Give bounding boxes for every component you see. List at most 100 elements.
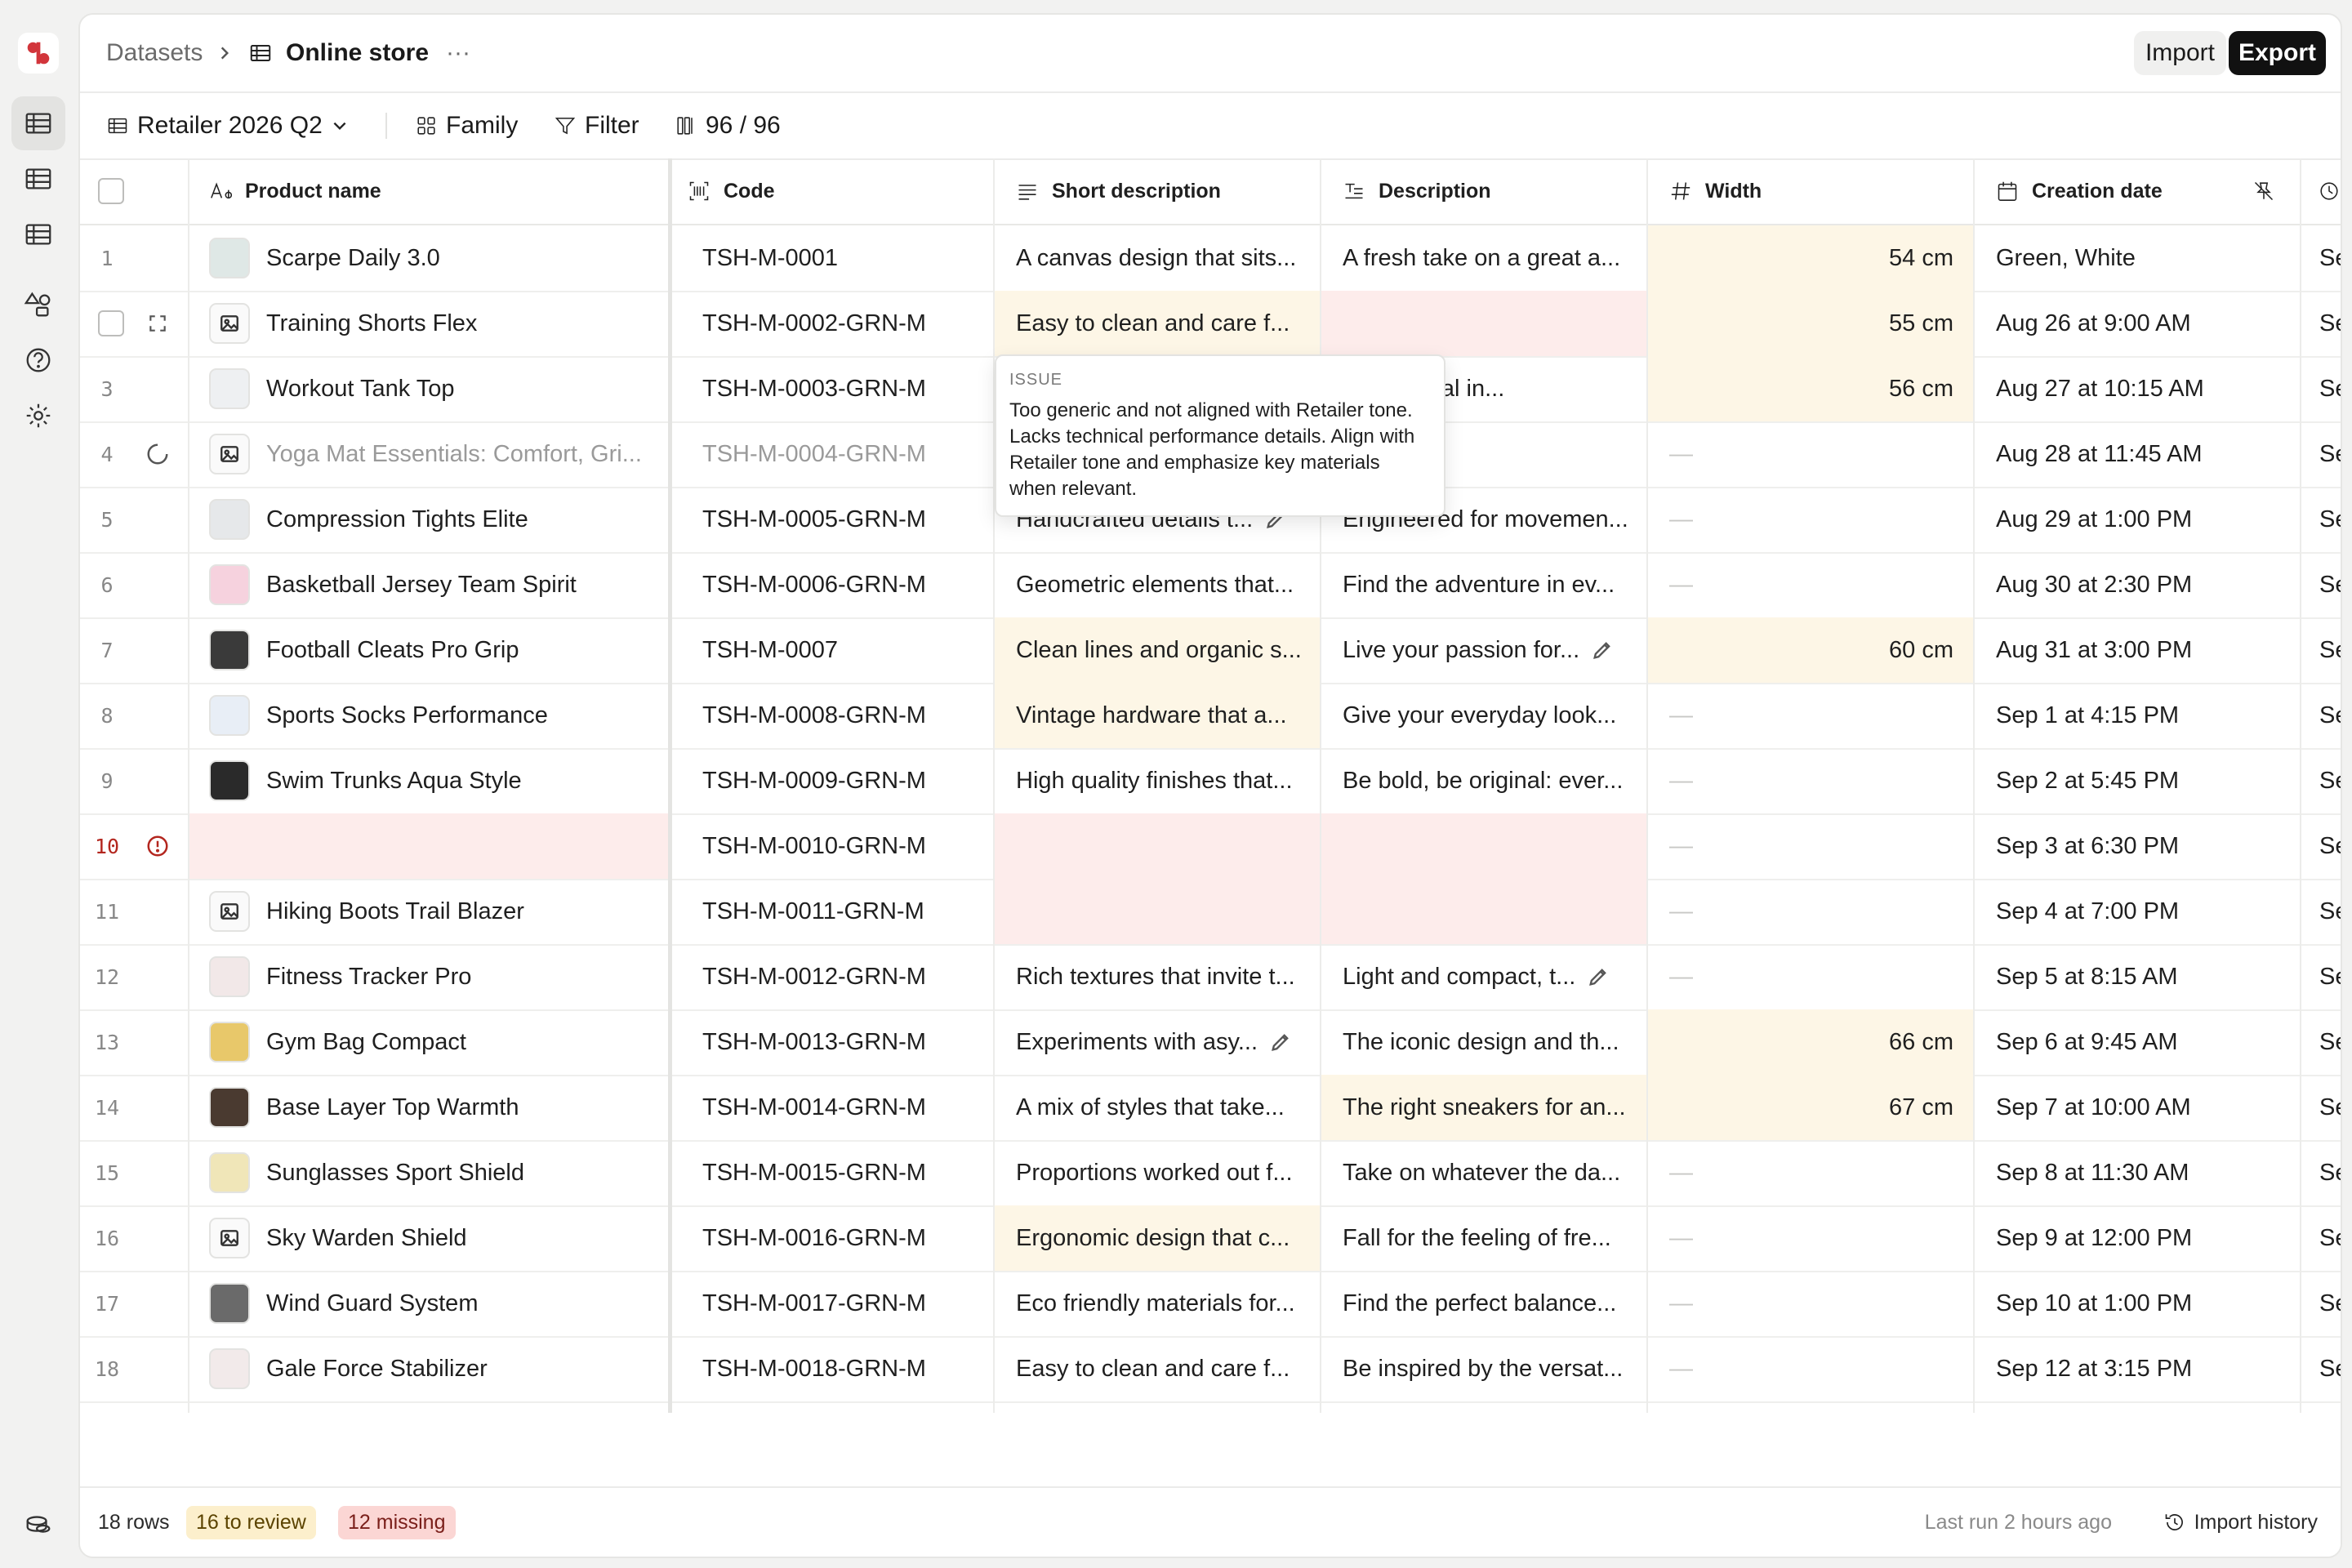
product-name-cell[interactable]: Fitness Tracker Pro xyxy=(189,944,668,1009)
product-name-cell[interactable]: Swim Trunks Aqua Style xyxy=(189,748,668,813)
next-column-cell[interactable]: Se xyxy=(2319,552,2341,617)
width-cell[interactable]: — xyxy=(1648,748,1973,813)
table-row[interactable]: 13 Gym Bag Compact TSH-M-0013-GRN-M Experim… xyxy=(80,1009,2341,1076)
width-cell[interactable]: — xyxy=(1648,813,1973,879)
table-row[interactable]: 16 Sky Warden Shield TSH-M-0016-GRN-M Ergon… xyxy=(80,1205,2341,1272)
breadcrumb-current[interactable]: Online store xyxy=(286,15,429,91)
next-column-cell[interactable]: Se xyxy=(2319,1009,2341,1075)
code-cell[interactable]: TSH-M-0016-GRN-M xyxy=(686,1205,993,1271)
creation-date-cell[interactable]: Sep 10 at 1:00 PM xyxy=(1975,1271,2300,1336)
description-cell[interactable]: Give your everyday look... xyxy=(1321,683,1646,748)
description-cell[interactable]: The iconic design and th... xyxy=(1321,1009,1646,1075)
next-column-cell[interactable]: Se xyxy=(2319,487,2341,552)
table-row[interactable]: 15 Sunglasses Sport Shield TSH-M-0015-GRN-… xyxy=(80,1140,2341,1207)
code-cell[interactable]: TSH-M-0011-GRN-M xyxy=(686,879,993,944)
code-cell[interactable]: TSH-M-0012-GRN-M xyxy=(686,944,993,1009)
code-cell[interactable]: TSH-M-0017-GRN-M xyxy=(686,1271,993,1336)
code-cell[interactable]: TSH-M-0002-GRN-M xyxy=(686,291,993,356)
creation-date-cell[interactable]: Sep 12 at 3:15 PM xyxy=(1975,1336,2300,1401)
row-checkbox[interactable] xyxy=(98,291,124,356)
nav-settings[interactable] xyxy=(11,389,65,443)
column-header-description[interactable]: Description xyxy=(1343,158,1491,224)
short-description-cell[interactable]: Easy to clean and care f... xyxy=(995,291,1320,356)
next-column-cell[interactable]: Se xyxy=(2319,225,2341,291)
expand-icon[interactable] xyxy=(147,291,168,356)
creation-date-cell[interactable]: Sep 4 at 7:00 PM xyxy=(1975,879,2300,944)
next-column-cell[interactable]: Se xyxy=(2319,1075,2341,1140)
table-row[interactable]: 11 Hiking Boots Trail Blazer TSH-M-0011-GR… xyxy=(80,879,2341,946)
short-description-cell[interactable]: High quality finishes that... xyxy=(995,748,1320,813)
table-row[interactable]: 14 Base Layer Top Warmth TSH-M-0014-GRN-M A… xyxy=(80,1075,2341,1142)
description-cell[interactable]: Live your passion for... xyxy=(1321,617,1646,683)
next-column-cell[interactable]: Se xyxy=(2319,421,2341,487)
short-description-cell[interactable]: Eco friendly materials for... xyxy=(995,1271,1320,1336)
width-cell[interactable]: — xyxy=(1648,421,1973,487)
short-description-cell[interactable]: Vintage hardware that a... xyxy=(995,683,1320,748)
edit-pencil-icon[interactable] xyxy=(1269,1031,1292,1054)
next-column-cell[interactable]: Se xyxy=(2319,1271,2341,1336)
product-name-cell[interactable]: Scarpe Daily 3.0 xyxy=(189,225,668,291)
description-cell[interactable]: Be bold, be original: ever... xyxy=(1321,748,1646,813)
short-description-cell[interactable]: Experiments with asy... xyxy=(995,1009,1320,1075)
columns-button[interactable]: 96 / 96 xyxy=(675,93,781,158)
next-column-cell[interactable]: Se xyxy=(2319,879,2341,944)
description-cell[interactable]: Find the adventure in ev... xyxy=(1321,552,1646,617)
table-row[interactable]: 6 Basketball Jersey Team Spirit TSH-M-0006… xyxy=(80,552,2341,619)
description-cell[interactable]: Find the perfect balance... xyxy=(1321,1271,1646,1336)
code-cell[interactable]: TSH-M-0015-GRN-M xyxy=(686,1140,993,1205)
column-header-short-description[interactable]: Short description xyxy=(1016,158,1221,224)
product-name-cell[interactable]: Sky Warden Shield xyxy=(189,1205,668,1271)
creation-date-cell[interactable]: Sep 8 at 11:30 AM xyxy=(1975,1140,2300,1205)
code-cell[interactable]: TSH-M-0006-GRN-M xyxy=(686,552,993,617)
description-cell[interactable]: A fresh take on a great a... xyxy=(1321,225,1646,291)
product-name-cell[interactable]: Sunglasses Sport Shield xyxy=(189,1140,668,1205)
next-column-cell[interactable]: Se xyxy=(2319,1205,2341,1271)
edit-pencil-icon[interactable] xyxy=(1587,965,1610,988)
creation-date-cell[interactable]: Aug 30 at 2:30 PM xyxy=(1975,552,2300,617)
short-description-cell[interactable]: Proportions worked out f... xyxy=(995,1140,1320,1205)
width-cell[interactable]: — xyxy=(1648,879,1973,944)
code-cell[interactable]: TSH-M-0005-GRN-M xyxy=(686,487,993,552)
creation-date-cell[interactable]: Sep 7 at 10:00 AM xyxy=(1975,1075,2300,1140)
export-button[interactable]: Export xyxy=(2228,31,2326,75)
table-row[interactable]: 17 Wind Guard System TSH-M-0017-GRN-M Eco f… xyxy=(80,1271,2341,1338)
history-column-icon[interactable] xyxy=(2318,158,2341,224)
product-name-cell[interactable]: Training Shorts Flex xyxy=(189,291,668,356)
width-cell[interactable]: 66 cm xyxy=(1648,1009,1973,1075)
short-description-cell[interactable]: A canvas design that sits... xyxy=(995,225,1320,291)
review-badge[interactable]: 16 to review xyxy=(186,1488,316,1557)
nav-help[interactable] xyxy=(11,333,65,387)
nav-database[interactable] xyxy=(11,1501,65,1550)
short-description-cell[interactable]: Easy to clean and care f... xyxy=(995,1336,1320,1401)
width-cell[interactable]: — xyxy=(1648,683,1973,748)
width-cell[interactable]: 56 cm xyxy=(1648,356,1973,421)
description-cell[interactable]: Light and compact, t... xyxy=(1321,944,1646,1009)
product-name-cell[interactable]: Hiking Boots Trail Blazer xyxy=(189,879,668,944)
next-column-cell[interactable]: Se xyxy=(2319,1140,2341,1205)
short-description-cell[interactable]: Ergonomic design that c... xyxy=(995,1205,1320,1271)
product-name-cell[interactable]: Gale Force Stabilizer xyxy=(189,1336,668,1401)
short-description-cell[interactable]: Clean lines and organic s... xyxy=(995,617,1320,683)
short-description-cell[interactable]: Geometric elements that... xyxy=(995,552,1320,617)
table-row[interactable]: 10 TSH-M-0010-GRN-M — Sep 3 at 6:30 PM Se xyxy=(80,813,2341,880)
creation-date-cell[interactable]: Sep 1 at 4:15 PM xyxy=(1975,683,2300,748)
import-history-button[interactable]: Import history xyxy=(2163,1488,2318,1557)
width-cell[interactable]: — xyxy=(1648,1205,1973,1271)
table-row[interactable]: 8 Sports Socks Performance TSH-M-0008-GRN-… xyxy=(80,683,2341,750)
product-name-cell[interactable]: Gym Bag Compact xyxy=(189,1009,668,1075)
nav-reports[interactable] xyxy=(11,207,65,261)
product-name-cell[interactable]: Football Cleats Pro Grip xyxy=(189,617,668,683)
import-button[interactable]: Import xyxy=(2133,31,2226,75)
description-cell[interactable] xyxy=(1321,813,1646,879)
view-selector[interactable]: Retailer 2026 Q2 xyxy=(106,93,349,158)
width-cell[interactable]: 60 cm xyxy=(1648,617,1973,683)
description-cell[interactable]: Take on whatever the da... xyxy=(1321,1140,1646,1205)
width-cell[interactable]: — xyxy=(1648,1336,1973,1401)
short-description-cell[interactable]: Rich textures that invite t... xyxy=(995,944,1320,1009)
next-column-cell[interactable]: Se xyxy=(2319,617,2341,683)
breadcrumb-datasets[interactable]: Datasets xyxy=(106,15,203,91)
width-cell[interactable]: — xyxy=(1648,487,1973,552)
creation-date-cell[interactable]: Green, White xyxy=(1975,225,2300,291)
column-header-product-name[interactable]: Product name xyxy=(209,158,381,224)
nav-datasets[interactable] xyxy=(11,96,65,150)
